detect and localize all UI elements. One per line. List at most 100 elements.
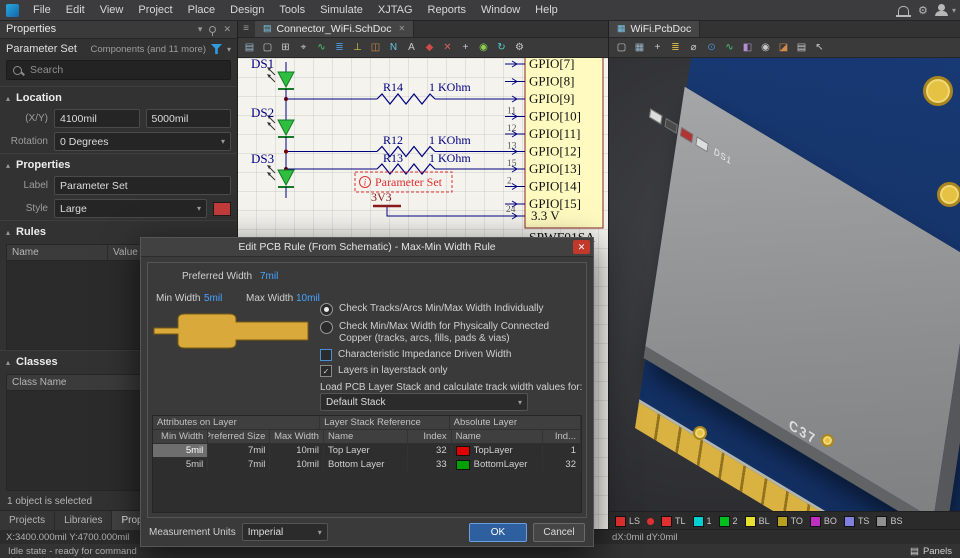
gpio-label[interactable]: GPIO[9]: [529, 91, 575, 106]
cancel-button[interactable]: Cancel: [533, 523, 585, 542]
checkbox-impedance-driven[interactable]: Characteristic Impedance Driven Width: [320, 349, 511, 361]
gpio-label[interactable]: GPIO[10]: [529, 109, 581, 124]
layer-tab-bo[interactable]: BO: [810, 516, 837, 527]
fit-view-icon[interactable]: ▢: [259, 40, 276, 55]
menu-item-reports[interactable]: Reports: [421, 2, 474, 18]
cell-max-width[interactable]: 10mil: [270, 458, 324, 471]
style-dropdown[interactable]: Large ▾: [54, 199, 207, 218]
preferences-icon[interactable]: ⚙: [511, 40, 528, 55]
tab-close-icon[interactable]: ✕: [398, 24, 405, 33]
ref-r12[interactable]: R12: [383, 133, 403, 147]
document-menu-icon[interactable]: ≡: [237, 20, 255, 37]
cell-max-width[interactable]: 10mil: [270, 444, 324, 457]
col-preferred-size[interactable]: Preferred Size: [208, 430, 270, 443]
gpio-label[interactable]: GPIO[7]: [529, 58, 575, 71]
radio-check-individually[interactable]: Check Tracks/Arcs Min/Max Width Individu…: [320, 303, 544, 316]
col-abs-name[interactable]: Name: [452, 430, 543, 443]
value-r12[interactable]: 1 KOhm: [429, 133, 471, 147]
parameter-set-directive[interactable]: i Parameter Set: [355, 172, 452, 192]
cell-abs-index[interactable]: 32: [543, 458, 581, 471]
cell-preferred-size[interactable]: 7mil: [208, 458, 270, 471]
layer-stack-icon[interactable]: ≣: [667, 40, 684, 55]
highlight-net-icon[interactable]: ◉: [475, 40, 492, 55]
gpio-label[interactable]: GPIO[13]: [529, 161, 581, 176]
move-tool-icon[interactable]: +: [457, 40, 474, 55]
place-part-icon[interactable]: ◫: [367, 40, 384, 55]
tab-pcb-document[interactable]: ▦ WiFi.PcbDoc: [609, 20, 700, 37]
notifications-bell-icon[interactable]: [895, 6, 913, 15]
label-field[interactable]: Parameter Set: [54, 176, 231, 195]
layer-tab-ls[interactable]: LS: [615, 516, 640, 527]
ref-r14[interactable]: R14: [383, 80, 403, 94]
layer-tab-bs[interactable]: BS: [876, 516, 902, 527]
text-string-icon[interactable]: A: [403, 40, 420, 55]
tab-libraries[interactable]: Libraries: [55, 511, 112, 530]
section-location[interactable]: ▴ Location: [0, 86, 237, 107]
gpio-label[interactable]: GPIO[12]: [529, 144, 581, 159]
cell-layer-index[interactable]: 32: [408, 444, 451, 457]
cell-preferred-size[interactable]: 7mil: [208, 444, 270, 457]
refresh-view-icon[interactable]: ↻: [493, 40, 510, 55]
net-label-icon[interactable]: N: [385, 40, 402, 55]
user-account-icon[interactable]: [933, 9, 951, 11]
max-width-value[interactable]: 10mil: [296, 293, 320, 304]
cell-layer-name[interactable]: Top Layer: [324, 444, 408, 457]
no-erc-icon[interactable]: ✕: [439, 40, 456, 55]
select-icon[interactable]: ↖: [811, 40, 828, 55]
settings-gear-icon[interactable]: ⚙: [914, 4, 932, 17]
dialog-titlebar[interactable]: Edit PCB Rule (From Schematic) - Max-Min…: [141, 238, 593, 257]
layer-tab-ts[interactable]: TS: [844, 516, 870, 527]
menu-item-place[interactable]: Place: [181, 2, 223, 18]
tab-projects[interactable]: Projects: [0, 511, 55, 530]
user-menu-chevron-icon[interactable]: ▾: [952, 6, 956, 15]
fit-board-icon[interactable]: ▢: [613, 40, 630, 55]
cell-abs-layer[interactable]: BottomLayer: [452, 458, 543, 471]
panel-menu-chevron-icon[interactable]: ▾: [198, 24, 203, 35]
panels-button[interactable]: ▤ Panels: [910, 546, 952, 557]
preferred-width-value[interactable]: 7mil: [260, 271, 278, 282]
rules-col-name[interactable]: Name: [7, 245, 108, 260]
cell-min-width[interactable]: 5mil: [153, 444, 208, 457]
move-tool-icon[interactable]: +: [649, 40, 666, 55]
layer-tab-tl[interactable]: TL: [661, 516, 686, 527]
export-icon[interactable]: ▤: [793, 40, 810, 55]
style-color-swatch[interactable]: [213, 202, 231, 216]
zoom-area-icon[interactable]: ⊞: [277, 40, 294, 55]
y-coordinate-field[interactable]: 5000mil: [146, 109, 232, 128]
table-row-bottom-layer[interactable]: 5mil 7mil 10mil Bottom Layer 33 BottomLa…: [153, 458, 581, 472]
col-max-width[interactable]: Max Width: [270, 430, 324, 443]
layer-tab-1[interactable]: 1: [693, 516, 712, 527]
table-row-top-layer[interactable]: 5mil 7mil 10mil Top Layer 32 TopLayer 1: [153, 444, 581, 458]
power-port-icon[interactable]: ⊥: [349, 40, 366, 55]
menu-item-simulate[interactable]: Simulate: [313, 2, 370, 18]
snapshot-icon[interactable]: ◉: [757, 40, 774, 55]
col-min-width[interactable]: Min Width: [153, 430, 208, 443]
designator-ds2[interactable]: DS2: [251, 105, 274, 120]
filter-scope-label[interactable]: Components (and 11 more): [91, 44, 206, 55]
col-index[interactable]: Index: [408, 430, 451, 443]
menu-item-xjtag[interactable]: XJTAG: [371, 2, 420, 18]
menu-item-window[interactable]: Window: [474, 2, 527, 18]
layer-stack-dropdown[interactable]: Default Stack ▾: [320, 393, 528, 411]
designator-ds3[interactable]: DS3: [251, 151, 274, 166]
search-input[interactable]: [28, 63, 224, 77]
cell-abs-index[interactable]: 1: [543, 444, 581, 457]
filter-chevron-icon[interactable]: ▾: [227, 45, 231, 54]
menu-item-tools[interactable]: Tools: [272, 2, 312, 18]
col-abs-index[interactable]: Ind...: [543, 430, 581, 443]
min-width-value[interactable]: 5mil: [204, 293, 222, 304]
search-box[interactable]: [6, 60, 231, 80]
bus-tool-icon[interactable]: ≣: [331, 40, 348, 55]
menu-item-project[interactable]: Project: [131, 2, 179, 18]
cell-min-width[interactable]: 5mil: [153, 458, 208, 471]
gpio-label[interactable]: GPIO[8]: [529, 74, 575, 89]
gpio-label[interactable]: GPIO[11]: [529, 126, 581, 141]
menu-item-edit[interactable]: Edit: [59, 2, 92, 18]
x-coordinate-field[interactable]: 4100mil: [54, 109, 140, 128]
mask-icon[interactable]: ◪: [775, 40, 792, 55]
wire-tool-icon[interactable]: ∿: [313, 40, 330, 55]
dialog-close-button[interactable]: ✕: [573, 240, 590, 254]
menu-item-file[interactable]: File: [26, 2, 58, 18]
col-name[interactable]: Name: [324, 430, 408, 443]
view-3d-icon[interactable]: ◧: [739, 40, 756, 55]
